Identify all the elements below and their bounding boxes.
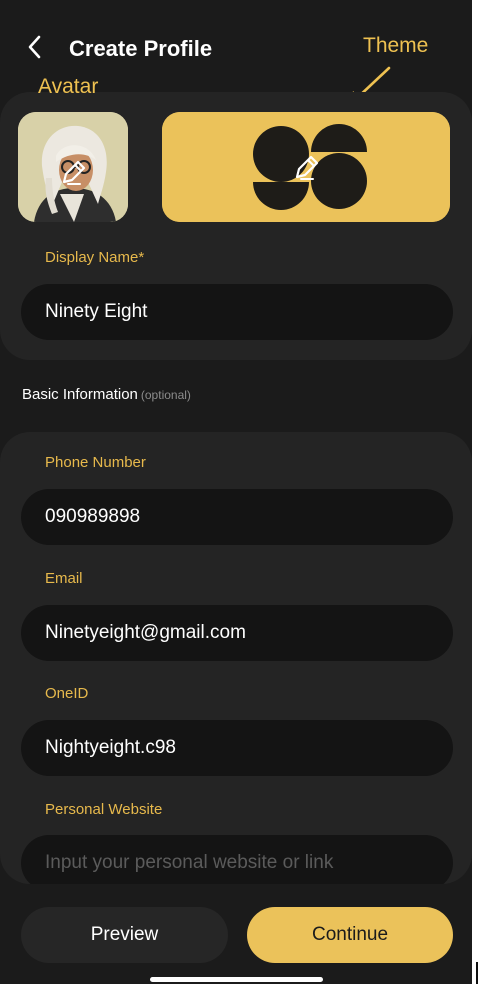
email-value: Ninetyeight@gmail.com [45,622,246,643]
optional-tag: (optional) [140,388,191,402]
oneid-value: Nightyeight.c98 [45,737,176,758]
theme-annotation: Theme [363,34,429,57]
preview-button[interactable]: Preview [21,907,228,963]
create-profile-screen: Create Profile Theme Avatar Display Name… [0,0,472,984]
phone-field[interactable]: 090989898 [21,489,453,545]
display-name-field[interactable]: Ninety Eight [21,284,453,340]
section-title: Basic Information [22,386,138,403]
chevron-left-icon [28,35,41,59]
theme-picker[interactable] [162,112,450,222]
oneid-label: OneID [45,685,89,702]
website-input[interactable] [45,835,435,891]
page-title: Create Profile [69,36,213,61]
phone-label: Phone Number [45,454,146,471]
continue-button[interactable]: Continue [247,907,453,963]
pencil-icon [62,160,86,185]
oneid-field[interactable]: Nightyeight.c98 [21,720,453,776]
email-label: Email [45,570,83,587]
home-indicator [150,977,323,982]
avatar-annotation: Avatar [38,75,99,98]
display-name-label: Display Name* [45,249,145,266]
display-name-value: Ninety Eight [45,301,148,322]
pencil-icon [295,155,319,180]
website-label: Personal Website [45,801,163,818]
phone-value: 090989898 [45,506,141,527]
screen-edge [472,0,478,984]
basic-information-heading: Basic Information (optional) [22,386,191,403]
back-button[interactable] [22,32,52,62]
website-field[interactable] [21,835,453,891]
avatar-picker[interactable] [18,112,128,222]
email-field[interactable]: Ninetyeight@gmail.com [21,605,453,661]
